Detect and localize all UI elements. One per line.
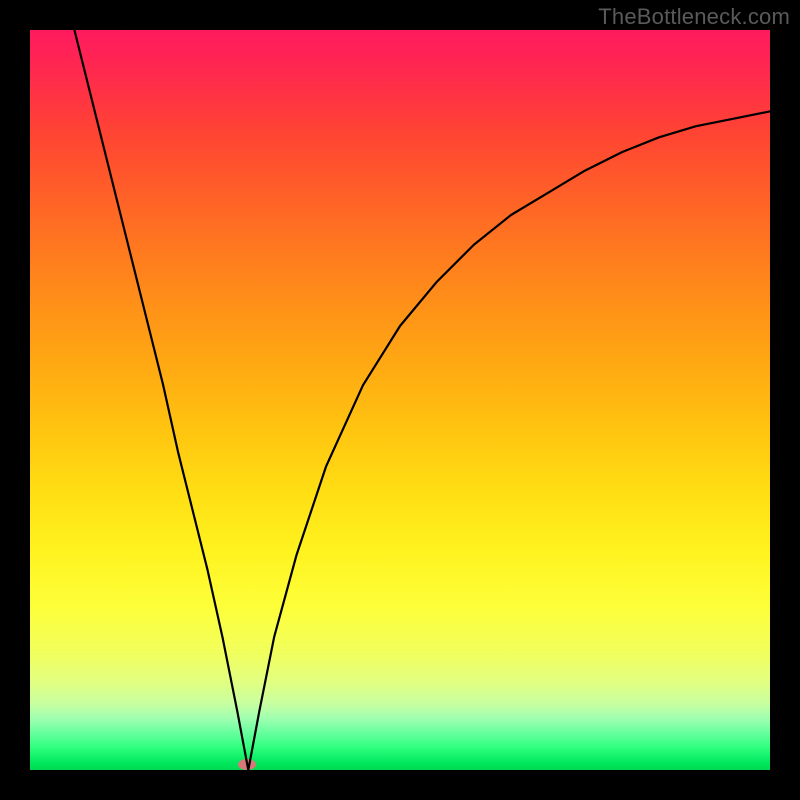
curve-svg	[30, 30, 770, 770]
bottleneck-curve	[74, 30, 770, 770]
chart-frame: TheBottleneck.com	[0, 0, 800, 800]
chart-plot-area	[30, 30, 770, 770]
watermark-text: TheBottleneck.com	[598, 4, 790, 30]
